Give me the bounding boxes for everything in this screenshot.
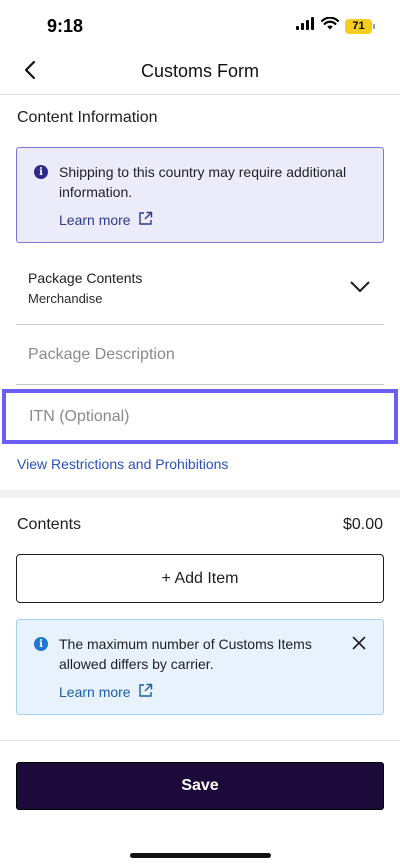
shipping-notice-text: Shipping to this country may require add… [59,164,347,200]
close-icon[interactable] [351,635,367,651]
package-description-field [16,326,384,385]
wifi-icon [320,16,340,35]
status-icons: 71 [296,16,375,35]
status-bar: 9:18 71 [0,0,400,50]
learn-more-link[interactable]: Learn more [59,211,153,229]
footer-divider [0,740,400,741]
info-icon: i [34,165,48,179]
section-divider [0,490,400,498]
itn-input[interactable] [29,393,379,440]
itn-field [2,389,398,444]
cellular-signal-icon [296,17,315,35]
learn-more-label: Learn more [59,684,131,700]
page-title: Customs Form [140,61,259,81]
learn-more-link[interactable]: Learn more [59,683,153,701]
restrictions-link[interactable]: View Restrictions and Prohibitions [17,456,228,472]
package-contents-value: Merchandise [28,291,103,306]
external-link-icon [138,211,153,229]
carrier-notice-text: The maximum number of Customs Items allo… [59,636,312,672]
carrier-notice: i The maximum number of Customs Items al… [16,619,384,715]
learn-more-label: Learn more [59,212,131,228]
content-information-title: Content Information [17,109,158,126]
shipping-notice: i Shipping to this country may require a… [16,147,384,243]
contents-title: Contents [17,516,82,533]
battery-icon: 71 [345,18,375,34]
add-item-button[interactable]: + Add Item [16,554,384,603]
save-button[interactable]: Save [16,762,384,810]
status-time: 9:18 [47,16,84,36]
external-link-icon [138,683,153,701]
home-indicator [130,853,271,858]
package-contents-label: Package Contents [28,270,143,286]
header: Customs Form [0,50,400,95]
package-description-input[interactable] [28,326,368,384]
info-icon: i [34,637,48,651]
chevron-down-icon [350,280,370,292]
package-contents-select[interactable]: Package Contents Merchandise [16,258,384,325]
contents-total: $0.00 [342,516,383,533]
